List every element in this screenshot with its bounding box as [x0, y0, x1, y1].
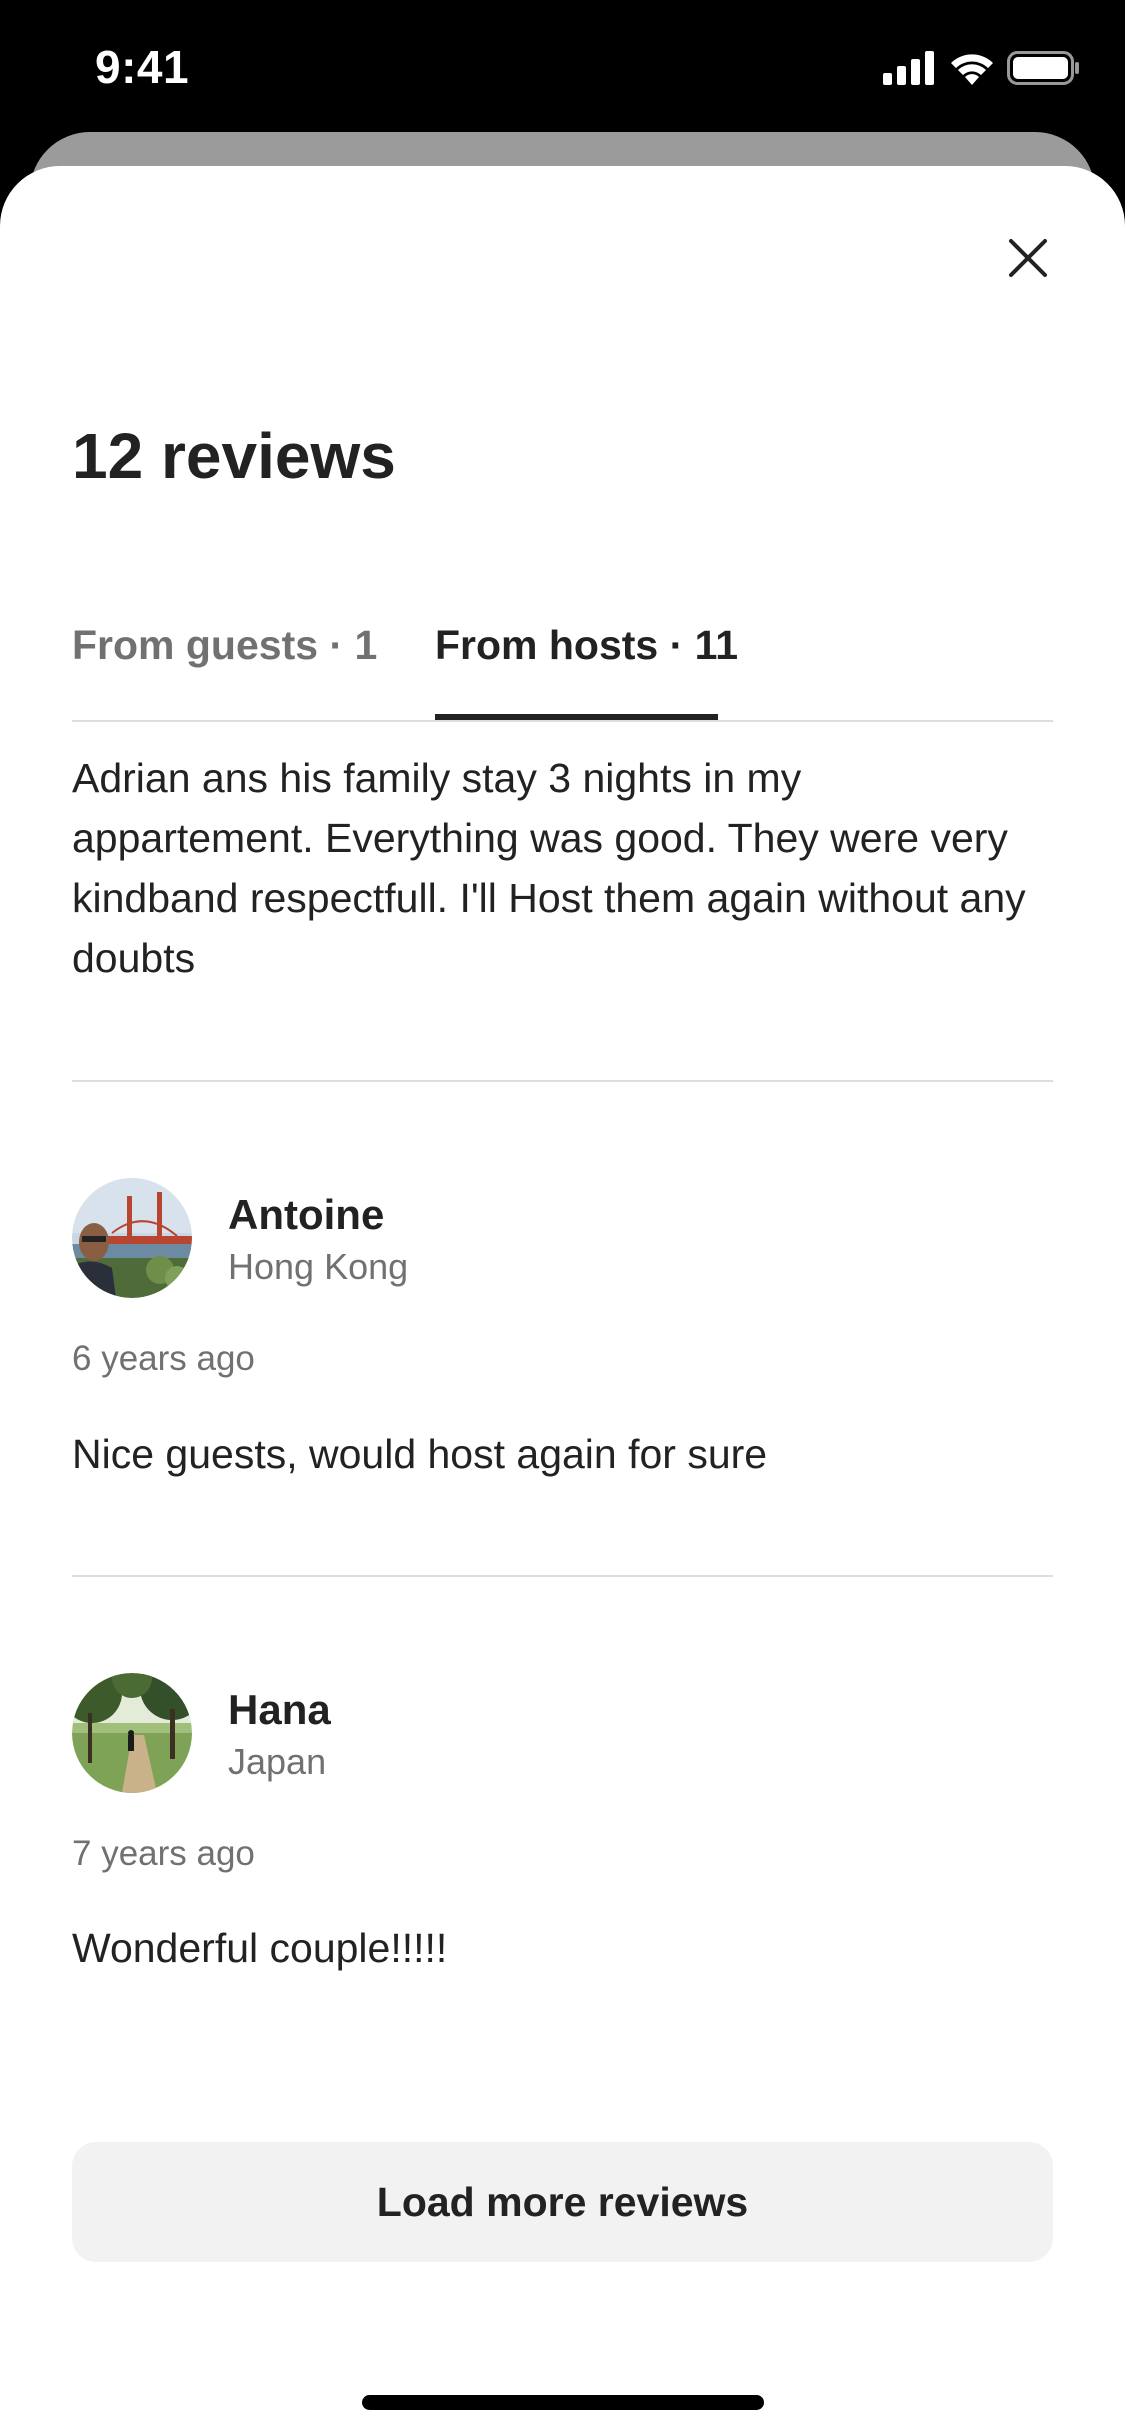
review-text: Wonderful couple!!!!! — [72, 1925, 448, 1971]
reviews-sheet — [0, 166, 1125, 2436]
tabs-divider — [72, 720, 1053, 722]
review-divider — [72, 1080, 1053, 1082]
status-time: 9:41 — [95, 41, 190, 93]
reviewer-location: Hong Kong — [228, 1246, 409, 1287]
wifi-icon — [949, 51, 995, 90]
screen: 9:41 12 reviews From guests · 1 From hos… — [0, 0, 1125, 2436]
close-button[interactable] — [1000, 232, 1056, 288]
review-tabs: From guests · 1 From hosts · 11 — [72, 610, 1053, 720]
avatar[interactable] — [72, 1178, 192, 1298]
review-text: Nice guests, would host again for sure — [72, 1431, 768, 1477]
battery-icon — [1007, 50, 1081, 90]
review-date: 6 years ago — [72, 1339, 255, 1378]
review-text: Adrian ans his family stay 3 nights in m… — [72, 755, 1026, 981]
status-bar: 9:41 — [0, 0, 1125, 132]
cellular-signal-icon — [883, 50, 937, 90]
page-title: 12 reviews — [72, 420, 396, 492]
reviewer-location: Japan — [228, 1741, 327, 1782]
tab-from-guests[interactable]: From guests · 1 — [72, 610, 377, 680]
review-date: 7 years ago — [72, 1834, 255, 1873]
home-indicator — [362, 2395, 764, 2410]
close-icon — [1008, 238, 1048, 283]
avatar[interactable] — [72, 1673, 192, 1793]
reviewer-name[interactable]: Hana — [228, 1682, 331, 1738]
status-icons — [883, 48, 1081, 92]
load-more-reviews-button[interactable]: Load more reviews — [72, 2142, 1053, 2262]
review-divider — [72, 1575, 1053, 1577]
reviewer-name[interactable]: Antoine — [228, 1187, 384, 1243]
tab-from-hosts[interactable]: From hosts · 11 — [435, 610, 738, 680]
